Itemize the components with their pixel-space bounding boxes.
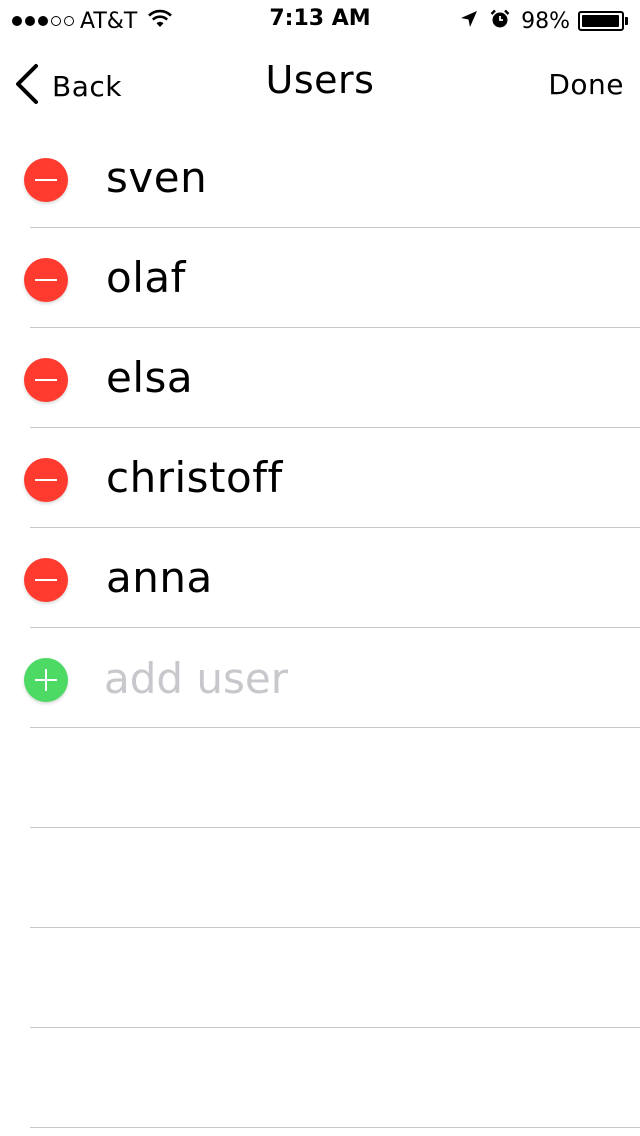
delete-button[interactable] (24, 258, 68, 302)
user-name[interactable]: anna (106, 552, 213, 604)
user-row: anna (0, 528, 640, 628)
add-user-button[interactable] (24, 658, 68, 702)
user-row: olaf (0, 228, 640, 328)
location-arrow-icon (459, 9, 479, 33)
add-user-row (0, 628, 640, 728)
user-row: christoff (0, 428, 640, 528)
minus-icon (35, 579, 57, 581)
delete-button[interactable] (24, 458, 68, 502)
user-row: elsa (0, 328, 640, 428)
battery-nub (625, 17, 628, 25)
delete-button[interactable] (24, 558, 68, 602)
empty-row (0, 728, 640, 828)
alarm-clock-icon (489, 8, 511, 34)
done-button[interactable]: Done (548, 68, 624, 101)
add-user-input[interactable] (104, 652, 604, 704)
empty-row (0, 1028, 640, 1128)
user-name[interactable]: elsa (106, 352, 193, 404)
status-bar: AT&T 7:13 AM 98% (0, 0, 640, 40)
status-right: 98% (459, 7, 628, 35)
user-name[interactable]: olaf (106, 252, 186, 304)
empty-row (0, 828, 640, 928)
user-name[interactable]: sven (106, 152, 207, 204)
back-button[interactable]: Back (14, 64, 122, 108)
minus-icon (35, 279, 57, 281)
back-label: Back (52, 69, 122, 103)
battery-level (582, 15, 620, 27)
plus-icon-vertical (45, 669, 47, 691)
delete-button[interactable] (24, 358, 68, 402)
empty-row (0, 928, 640, 1028)
minus-icon (35, 179, 57, 181)
user-list: sven olaf elsa christoff anna (0, 128, 640, 1128)
delete-button[interactable] (24, 158, 68, 202)
battery-icon (578, 11, 624, 31)
navigation-bar: Back Users Done (0, 40, 640, 128)
user-row: sven (0, 128, 640, 228)
user-name[interactable]: christoff (106, 452, 283, 504)
battery-percent: 98% (521, 8, 570, 34)
chevron-left-icon (14, 63, 40, 109)
minus-icon (35, 479, 57, 481)
minus-icon (35, 379, 57, 381)
